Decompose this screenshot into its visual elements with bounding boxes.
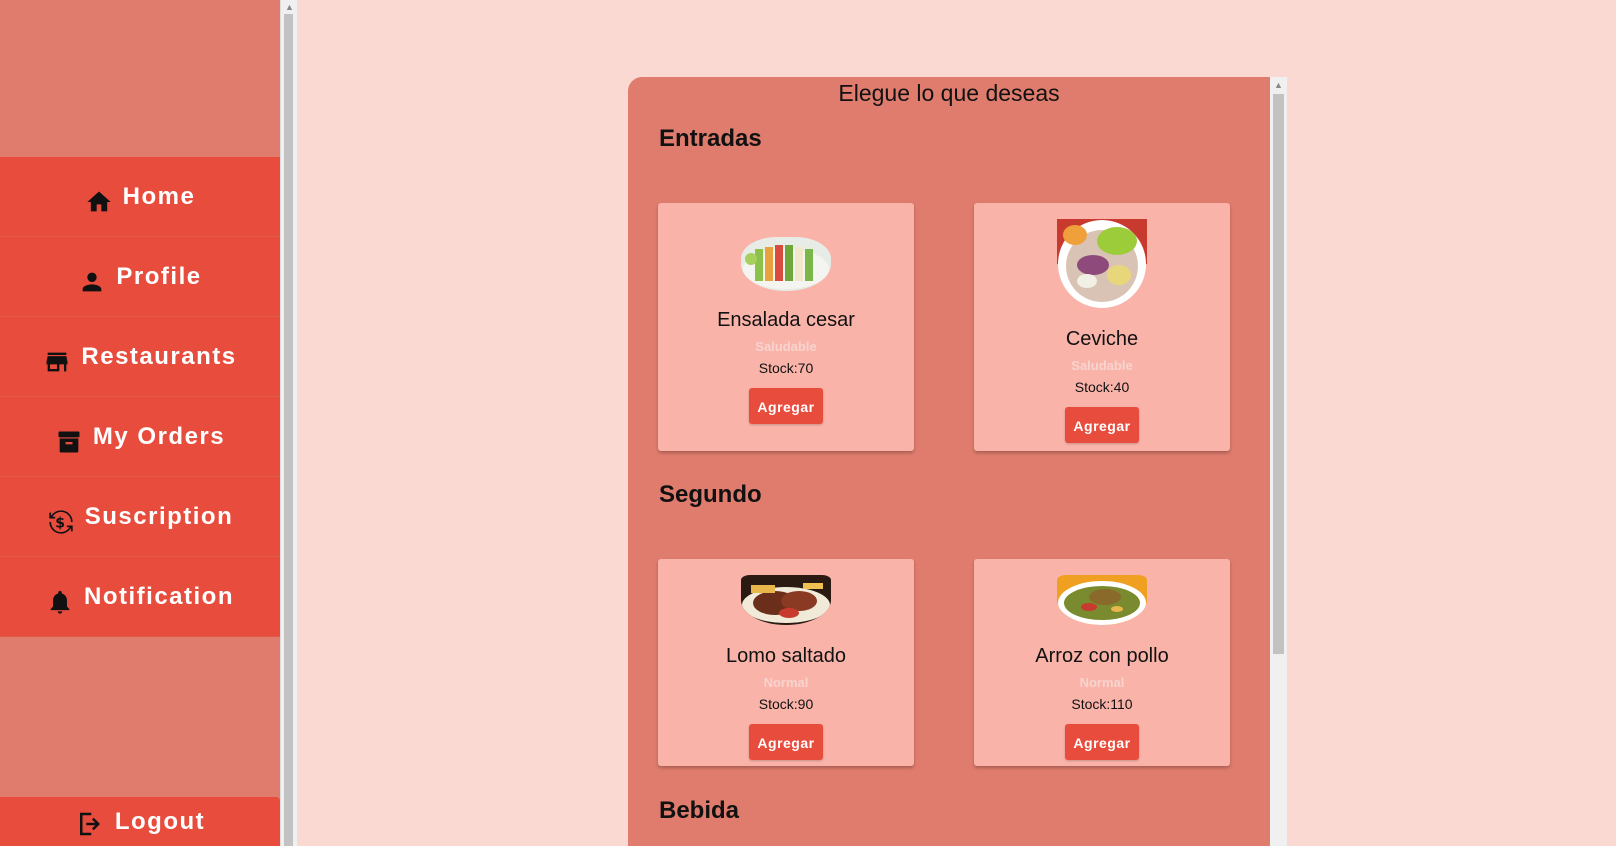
food-image (741, 237, 831, 291)
logout-button[interactable]: Logout (0, 797, 280, 846)
sidebar-item-label: Suscription (84, 502, 234, 530)
archive-icon (55, 428, 83, 456)
menu-panel: Elegue lo que deseas Entradas Ensalada c… (628, 77, 1270, 846)
product-tag: Normal (763, 675, 809, 690)
sidebar: Home Profile Restaurants My Orders $ Sus… (0, 0, 280, 846)
sidebar-scrollbar[interactable]: ▲ (280, 0, 297, 846)
sidebar-item-restaurants[interactable]: Restaurants (0, 317, 280, 397)
product-name: Lomo saltado (725, 645, 847, 667)
food-image (1057, 219, 1147, 309)
add-button[interactable]: Agregar (749, 388, 823, 424)
add-button[interactable]: Agregar (1065, 407, 1139, 443)
menu-scrollbar[interactable]: ▲ (1270, 77, 1287, 846)
product-stock: Stock:110 (1071, 696, 1133, 712)
sidebar-item-notification[interactable]: Notification (0, 557, 280, 637)
product-card: Ensalada cesar Saludable Stock:70 Agrega… (658, 203, 914, 451)
food-image (1057, 575, 1147, 625)
scrollbar-thumb[interactable] (284, 14, 293, 846)
person-icon (78, 268, 106, 296)
scroll-up-arrow-icon[interactable]: ▲ (285, 2, 294, 12)
product-tag: Saludable (1071, 358, 1133, 373)
currency-exchange-icon: $ (47, 508, 75, 536)
sidebar-item-label: My Orders (92, 422, 226, 450)
product-stock: Stock:90 (758, 696, 814, 712)
sidebar-item-label: Profile (116, 262, 202, 290)
product-tag: Normal (1079, 675, 1125, 690)
product-tag: Saludable (755, 339, 817, 354)
product-card: Lomo saltado Normal Stock:90 Agregar (658, 559, 914, 766)
svg-text:$: $ (55, 515, 67, 531)
page-title: Elegue lo que deseas (838, 80, 1060, 106)
sidebar-item-profile[interactable]: Profile (0, 237, 280, 317)
product-name: Arroz con pollo (1035, 645, 1169, 667)
bell-icon (46, 588, 74, 616)
sidebar-item-suscription[interactable]: $ Suscription (0, 477, 280, 557)
store-icon (43, 348, 71, 376)
product-stock: Stock:40 (1074, 379, 1130, 395)
sidebar-item-home[interactable]: Home (0, 157, 280, 237)
home-icon (85, 188, 113, 216)
product-name: Ceviche (1065, 328, 1139, 350)
scrollbar-thumb[interactable] (1273, 94, 1284, 654)
sidebar-item-my-orders[interactable]: My Orders (0, 397, 280, 477)
section-title-segundo: Segundo (659, 481, 762, 508)
section-title-entradas: Entradas (659, 125, 762, 152)
logout-label: Logout (114, 807, 206, 835)
add-button[interactable]: Agregar (749, 724, 823, 760)
product-card: Ceviche Saludable Stock:40 Agregar (974, 203, 1230, 451)
add-button[interactable]: Agregar (1065, 724, 1139, 760)
product-card: Arroz con pollo Normal Stock:110 Agregar (974, 559, 1230, 766)
section-title-bebida: Bebida (659, 797, 740, 824)
scroll-up-arrow-icon[interactable]: ▲ (1274, 80, 1283, 90)
logout-icon (75, 797, 105, 846)
product-name: Ensalada cesar (717, 309, 855, 331)
sidebar-nav: Home Profile Restaurants My Orders $ Sus… (0, 157, 280, 637)
sidebar-item-label: Restaurants (81, 342, 237, 370)
sidebar-item-label: Home (122, 182, 196, 210)
product-stock: Stock:70 (758, 360, 814, 376)
food-image (741, 575, 831, 625)
sidebar-item-label: Notification (84, 582, 234, 610)
